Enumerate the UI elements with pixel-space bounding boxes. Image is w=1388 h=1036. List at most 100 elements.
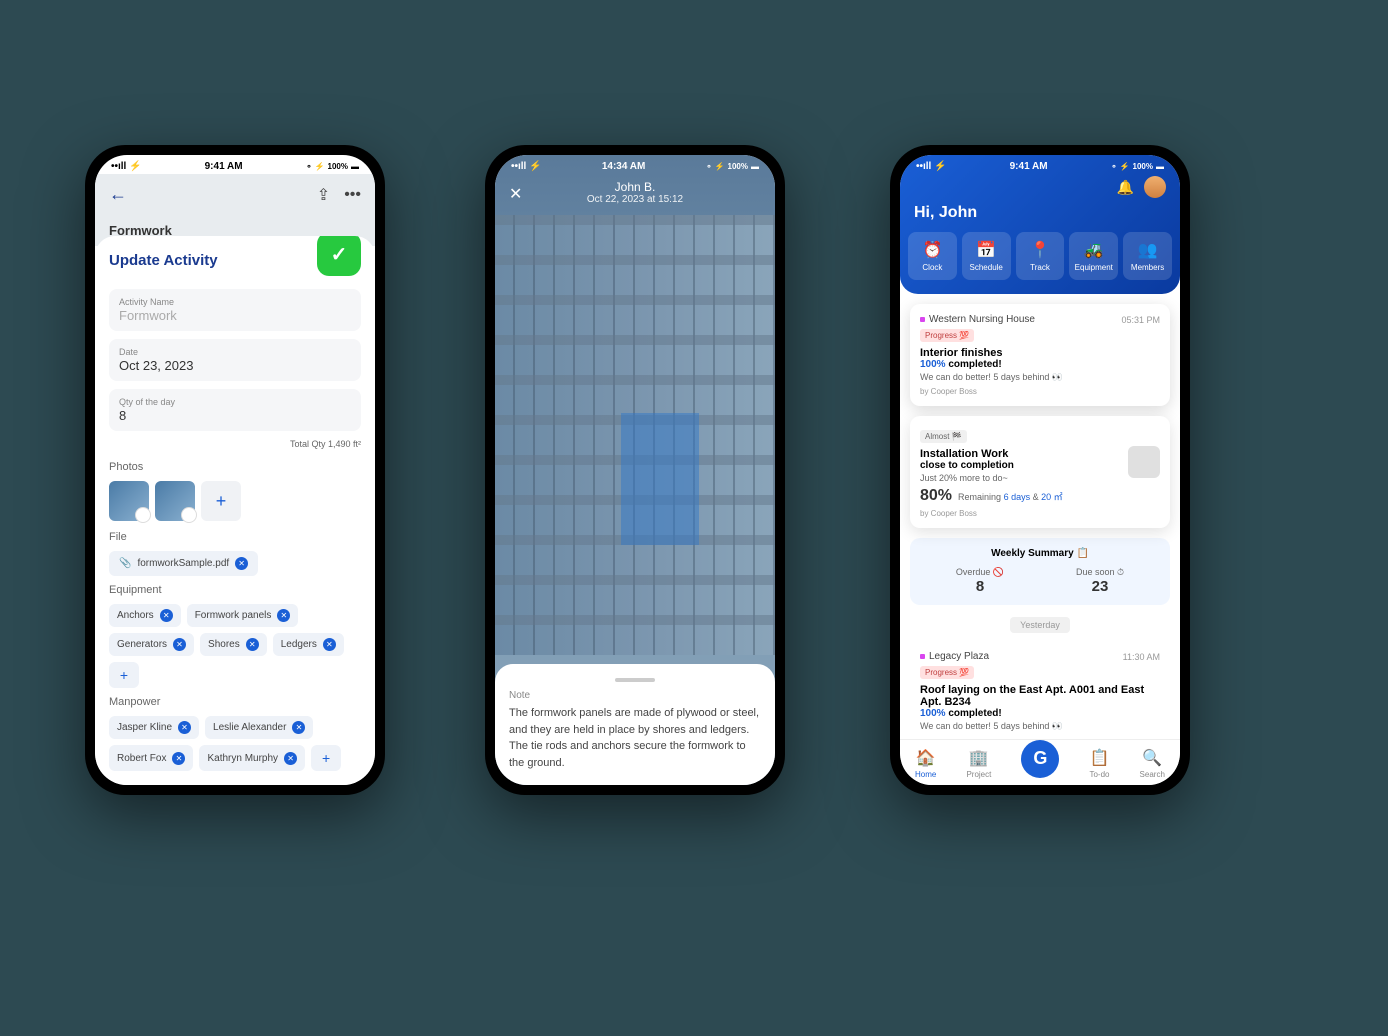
summary-title: Weekly Summary 📋: [920, 548, 1160, 559]
card-time: 11:30 AM: [1123, 652, 1160, 662]
clock-icon: ⏰: [910, 240, 955, 260]
phone-home-feed: ••ıll ⚡ 9:41 AM ⚬ ⚡ 100% ▬ 🔔 Hi, John ⏰C…: [890, 145, 1190, 795]
feed-card[interactable]: Legacy Plaza 11:30 AM Progress 💯 Roof la…: [910, 641, 1170, 734]
more-icon[interactable]: •••: [344, 186, 361, 204]
duesoon-value: 23: [1040, 578, 1160, 595]
building-icon: 🏢: [966, 748, 991, 768]
photo-thumbnail[interactable]: [109, 481, 149, 521]
status-time: 9:41 AM: [205, 161, 243, 172]
duesoon-label: Due soon ⏱: [1040, 567, 1160, 578]
field-label: Activity Name: [119, 297, 351, 307]
equipment-chip[interactable]: Anchors✕: [109, 604, 181, 627]
add-manpower-button[interactable]: +: [311, 745, 341, 771]
overdue-label: Overdue 🚫: [920, 567, 1040, 578]
remove-chip-button[interactable]: ✕: [323, 638, 336, 651]
weekly-summary[interactable]: Weekly Summary 📋 Overdue 🚫8 Due soon ⏱23: [910, 538, 1170, 605]
quick-tile-schedule[interactable]: 📅Schedule: [962, 232, 1011, 280]
status-battery: ⚬ ⚡ 100% ▬: [306, 162, 359, 171]
add-photo-button[interactable]: +: [201, 481, 241, 521]
feed-card[interactable]: Almost 🏁 Installation Work close to comp…: [910, 416, 1170, 528]
manpower-chip[interactable]: Jasper Kline✕: [109, 716, 199, 739]
photo-image[interactable]: [495, 215, 775, 655]
confirm-button[interactable]: ✓: [317, 236, 361, 276]
quick-tile-track[interactable]: 📍Track: [1016, 232, 1065, 280]
equipment-chip[interactable]: Generators✕: [109, 633, 194, 656]
card-title: Roof laying on the East Apt. A001 and Ea…: [920, 684, 1160, 708]
field-label: Qty of the day: [119, 397, 351, 407]
manpower-chip[interactable]: Leslie Alexander✕: [205, 716, 313, 739]
phone-update-activity: ••ıll ⚡ 9:41 AM ⚬ ⚡ 100% ▬ ← ⇪ ••• Formw…: [85, 145, 385, 795]
field-value: 8: [119, 408, 351, 423]
home-feed[interactable]: Western Nursing House 05:31 PM Progress …: [900, 294, 1180, 734]
manpower-chip[interactable]: Robert Fox✕: [109, 745, 193, 771]
card-thumbnail: [1128, 446, 1160, 478]
clipboard-icon: 📋: [1089, 748, 1109, 768]
photo-thumbnail[interactable]: [155, 481, 195, 521]
remove-chip-button[interactable]: ✕: [172, 752, 185, 765]
card-text: We can do better! 5 days behind 👀: [920, 721, 1160, 732]
qty-field[interactable]: Qty of the day 8: [109, 389, 361, 431]
equipment-section-label: Equipment: [109, 584, 361, 596]
share-icon[interactable]: ⇪: [317, 185, 330, 205]
remove-chip-button[interactable]: ✕: [292, 721, 305, 734]
notifications-icon[interactable]: 🔔: [1117, 179, 1134, 196]
remove-chip-button[interactable]: ✕: [173, 638, 186, 651]
status-battery: ⚬ ⚡ 100% ▬: [706, 162, 759, 171]
remove-chip-button[interactable]: ✕: [284, 752, 297, 765]
equipment-chip[interactable]: Shores✕: [200, 633, 267, 656]
equipment-chip[interactable]: Ledgers✕: [273, 633, 344, 656]
remove-chip-button[interactable]: ✕: [277, 609, 290, 622]
add-equipment-button[interactable]: +: [109, 662, 139, 688]
header-bar: ← ⇪ •••: [95, 174, 375, 215]
card-time: 05:31 PM: [1121, 315, 1160, 325]
greeting-text: Hi, John: [900, 200, 1180, 232]
remove-file-button[interactable]: ✕: [235, 557, 248, 570]
almost-tag: Almost 🏁: [920, 430, 967, 443]
card-subtitle: 100% completed!: [920, 708, 1160, 719]
date-field[interactable]: Date Oct 23, 2023: [109, 339, 361, 381]
manpower-chip[interactable]: Kathryn Murphy✕: [199, 745, 305, 771]
project-dot-icon: [920, 654, 925, 659]
nav-home[interactable]: 🏠Home: [915, 748, 936, 779]
quick-tile-clock[interactable]: ⏰Clock: [908, 232, 957, 280]
update-activity-sheet: ✓ Update Activity Activity Name Formwork…: [95, 236, 375, 785]
total-qty-label: Total Qty 1,490 ft²: [109, 439, 361, 449]
nav-project[interactable]: 🏢Project: [966, 748, 991, 779]
tractor-icon: 🚜: [1071, 240, 1116, 260]
card-subtitle: close to completion: [920, 460, 1160, 471]
file-chip[interactable]: 📎 formworkSample.pdf ✕: [109, 551, 258, 576]
overdue-value: 8: [920, 578, 1040, 595]
remove-chip-button[interactable]: ✕: [160, 609, 173, 622]
feed-card[interactable]: Western Nursing House 05:31 PM Progress …: [910, 304, 1170, 406]
paperclip-icon: 📎: [119, 558, 131, 569]
photos-section-label: Photos: [109, 461, 361, 473]
quick-tile-members[interactable]: 👥Members: [1123, 232, 1172, 280]
activity-name-field[interactable]: Activity Name Formwork: [109, 289, 361, 331]
photo-date: Oct 22, 2023 at 15:12: [509, 194, 761, 205]
nav-todo[interactable]: 📋To-do: [1089, 748, 1109, 779]
remove-chip-button[interactable]: ✕: [178, 721, 191, 734]
nav-search[interactable]: 🔍Search: [1140, 748, 1165, 779]
photo-author: John B.: [509, 180, 761, 194]
signal-icon: ••ıll ⚡: [111, 161, 142, 172]
project-name: Legacy Plaza: [929, 651, 989, 662]
project-name: Western Nursing House: [929, 314, 1035, 325]
status-bar: ••ıll ⚡ 9:41 AM ⚬ ⚡ 100% ▬: [95, 155, 375, 174]
quick-tile-equipment[interactable]: 🚜Equipment: [1069, 232, 1118, 280]
nav-center-button[interactable]: G: [1021, 740, 1059, 778]
field-value: Formwork: [119, 308, 351, 323]
note-panel[interactable]: Note The formwork panels are made of ply…: [495, 664, 775, 785]
status-bar: ••ıll ⚡ 9:41 AM ⚬ ⚡ 100% ▬: [900, 155, 1180, 174]
avatar[interactable]: [1144, 176, 1166, 198]
bottom-nav: 🏠Home 🏢Project G 📋To-do 🔍Search: [900, 739, 1180, 785]
equipment-chip[interactable]: Formwork panels✕: [187, 604, 299, 627]
remove-chip-button[interactable]: ✕: [246, 638, 259, 651]
field-value: Oct 23, 2023: [119, 358, 351, 373]
drag-handle-icon[interactable]: [615, 678, 655, 682]
card-author: by Cooper Boss: [920, 387, 1160, 396]
people-icon: 👥: [1125, 240, 1170, 260]
pin-icon: 📍: [1018, 240, 1063, 260]
photo-header: ✕ John B. Oct 22, 2023 at 15:12: [495, 174, 775, 211]
search-icon: 🔍: [1140, 748, 1165, 768]
back-button[interactable]: ←: [109, 184, 127, 205]
